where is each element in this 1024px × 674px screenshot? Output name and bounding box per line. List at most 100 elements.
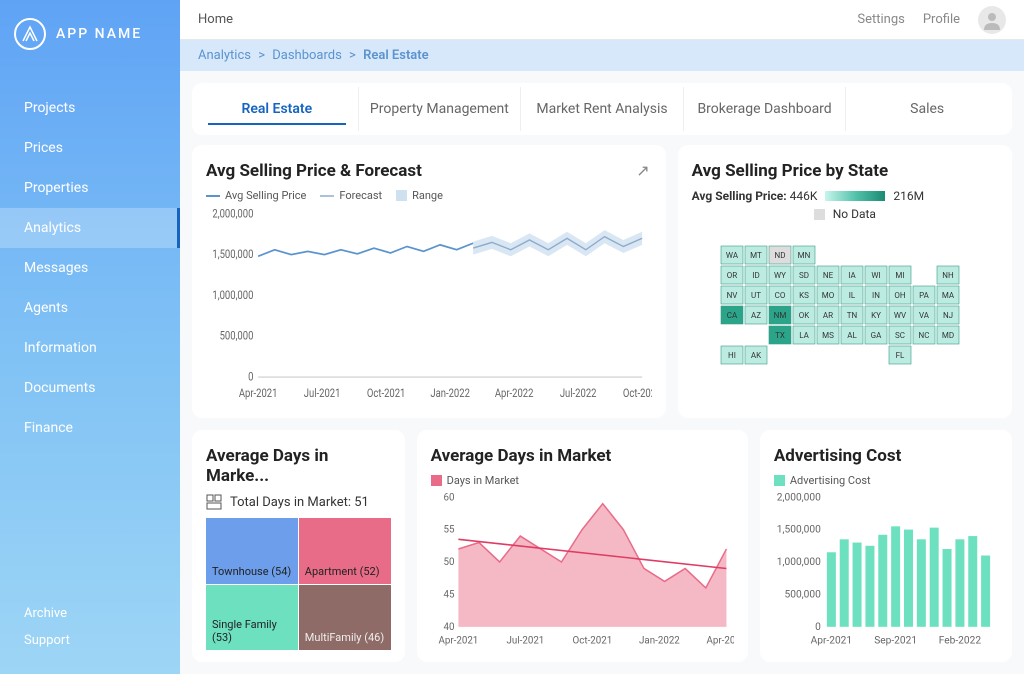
svg-text:1,000,000: 1,000,000 (212, 288, 253, 302)
svg-text:AK: AK (751, 351, 762, 360)
treemap-cell[interactable]: Apartment (52) (299, 518, 391, 583)
sidebar-item-finance[interactable]: Finance (0, 408, 180, 448)
svg-text:CO: CO (774, 291, 785, 300)
svg-text:TX: TX (775, 331, 785, 340)
svg-text:MI: MI (895, 271, 904, 280)
svg-text:MN: MN (797, 251, 810, 260)
svg-text:MA: MA (942, 291, 955, 300)
svg-text:FL: FL (895, 351, 904, 360)
nav-list: ProjectsPricesPropertiesAnalyticsMessage… (0, 68, 180, 590)
svg-text:Oct-2021: Oct-2021 (367, 386, 405, 400)
avatar[interactable] (978, 6, 1006, 34)
svg-text:Oct-2022: Oct-2022 (623, 386, 652, 400)
svg-text:Jan-2022: Jan-2022 (639, 635, 680, 646)
svg-text:OR: OR (727, 271, 738, 280)
tab-brokerage-dashboard[interactable]: Brokerage Dashboard (684, 87, 847, 131)
svg-text:CA: CA (727, 311, 738, 320)
tab-market-rent-analysis[interactable]: Market Rent Analysis (521, 87, 684, 131)
svg-text:MT: MT (750, 251, 762, 260)
expand-icon[interactable]: ↗ (636, 161, 649, 180)
panel-treemap: Average Days in Marke... Total Days in M… (192, 430, 405, 662)
logo: APP NAME (0, 0, 180, 68)
svg-text:IN: IN (872, 291, 880, 300)
tab-row: Real EstateProperty ManagementMarket Ren… (192, 83, 1012, 135)
treemap-cell[interactable]: Townhouse (54) (206, 518, 298, 583)
svg-text:Apr-2022: Apr-2022 (706, 635, 734, 646)
sidebar-footer-archive[interactable]: Archive (24, 600, 156, 627)
sidebar-item-information[interactable]: Information (0, 328, 180, 368)
svg-text:0: 0 (815, 620, 821, 633)
treemap-icon (206, 494, 222, 510)
svg-text:40: 40 (443, 622, 454, 633)
sidebar-item-documents[interactable]: Documents (0, 368, 180, 408)
panel-title: Avg Selling Price & Forecast (206, 161, 652, 181)
treemap-cell[interactable]: MultiFamily (46) (299, 585, 391, 650)
svg-text:KY: KY (871, 311, 881, 320)
svg-text:0: 0 (248, 370, 253, 384)
content: Real EstateProperty ManagementMarket Ren… (180, 71, 1024, 674)
tab-real-estate[interactable]: Real Estate (196, 87, 359, 131)
settings-link[interactable]: Settings (857, 12, 904, 27)
sidebar-item-properties[interactable]: Properties (0, 168, 180, 208)
nodata-swatch (814, 209, 825, 220)
map-legend: Avg Selling Price: 446K 216M (692, 189, 998, 203)
sidebar-item-agents[interactable]: Agents (0, 288, 180, 328)
svg-text:45: 45 (443, 589, 454, 600)
svg-text:OH: OH (894, 291, 906, 300)
svg-text:Sep-2021: Sep-2021 (874, 634, 917, 647)
svg-text:500,000: 500,000 (784, 588, 821, 601)
svg-text:Jul-2021: Jul-2021 (506, 635, 544, 646)
tab-property-management[interactable]: Property Management (359, 87, 522, 131)
treemap[interactable]: Townhouse (54)Apartment (52)Single Famil… (206, 518, 391, 650)
us-map[interactable]: WAMTNDMNORIDWYSDNEIAWIMINHNVUTCOKSMOILIN… (692, 225, 998, 406)
profile-link[interactable]: Profile (923, 12, 960, 27)
svg-text:OK: OK (799, 311, 811, 320)
svg-text:MD: MD (942, 331, 954, 340)
svg-text:NC: NC (918, 331, 929, 340)
panel-map: Avg Selling Price by State Avg Selling P… (678, 145, 1012, 418)
breadcrumb-item[interactable]: Real Estate (363, 48, 429, 63)
svg-text:500,000: 500,000 (220, 329, 254, 343)
sidebar-footer-support[interactable]: Support (24, 627, 156, 654)
gradient-scale (825, 191, 885, 201)
sidebar-item-messages[interactable]: Messages (0, 248, 180, 288)
sidebar-item-projects[interactable]: Projects (0, 88, 180, 128)
svg-text:ND: ND (774, 251, 785, 260)
panel-cost: Advertising Cost Advertising Cost 0500,0… (760, 430, 1012, 662)
svg-text:AZ: AZ (751, 311, 761, 320)
svg-text:MS: MS (822, 331, 834, 340)
svg-text:WI: WI (871, 271, 880, 280)
svg-text:NE: NE (823, 271, 834, 280)
svg-text:Jul-2021: Jul-2021 (304, 386, 341, 400)
svg-text:AR: AR (823, 311, 833, 320)
treemap-cell[interactable]: Single Family (53) (206, 585, 298, 650)
panel-days: Average Days in Market Days in Market 40… (417, 430, 748, 662)
svg-text:Oct-2021: Oct-2021 (572, 635, 612, 646)
home-link[interactable]: Home (198, 12, 233, 27)
breadcrumb-item[interactable]: Dashboards (272, 48, 342, 63)
svg-text:SC: SC (895, 331, 905, 340)
breadcrumb: Analytics > Dashboards > Real Estate (180, 40, 1024, 71)
sidebar-item-analytics[interactable]: Analytics (0, 208, 180, 248)
topbar: Home Settings Profile (180, 0, 1024, 40)
sidebar: APP NAME ProjectsPricesPropertiesAnalyti… (0, 0, 180, 674)
svg-text:IA: IA (848, 271, 856, 280)
svg-text:NM: NM (773, 311, 786, 320)
svg-text:LA: LA (799, 331, 809, 340)
svg-text:1,500,000: 1,500,000 (777, 523, 821, 536)
svg-text:HI: HI (728, 351, 736, 360)
tab-sales[interactable]: Sales (846, 87, 1008, 131)
panel-forecast: ↗ Avg Selling Price & Forecast Avg Selli… (192, 145, 666, 418)
logo-icon (14, 18, 46, 50)
main: Home Settings Profile Analytics > Dashbo… (180, 0, 1024, 674)
svg-text:Apr-2022: Apr-2022 (495, 386, 534, 400)
forecast-chart: 0500,0001,000,0001,500,0002,000,000Apr-2… (206, 208, 652, 406)
svg-text:IL: IL (849, 291, 856, 300)
days-chart: 4045505560Apr-2021Jul-2021Oct-2021Jan-20… (431, 493, 734, 650)
svg-text:55: 55 (443, 525, 454, 536)
breadcrumb-item[interactable]: Analytics (198, 48, 251, 63)
sidebar-item-prices[interactable]: Prices (0, 128, 180, 168)
svg-text:2,000,000: 2,000,000 (777, 493, 821, 503)
svg-text:Apr-2021: Apr-2021 (438, 635, 478, 646)
svg-text:Jul-2022: Jul-2022 (560, 386, 597, 400)
